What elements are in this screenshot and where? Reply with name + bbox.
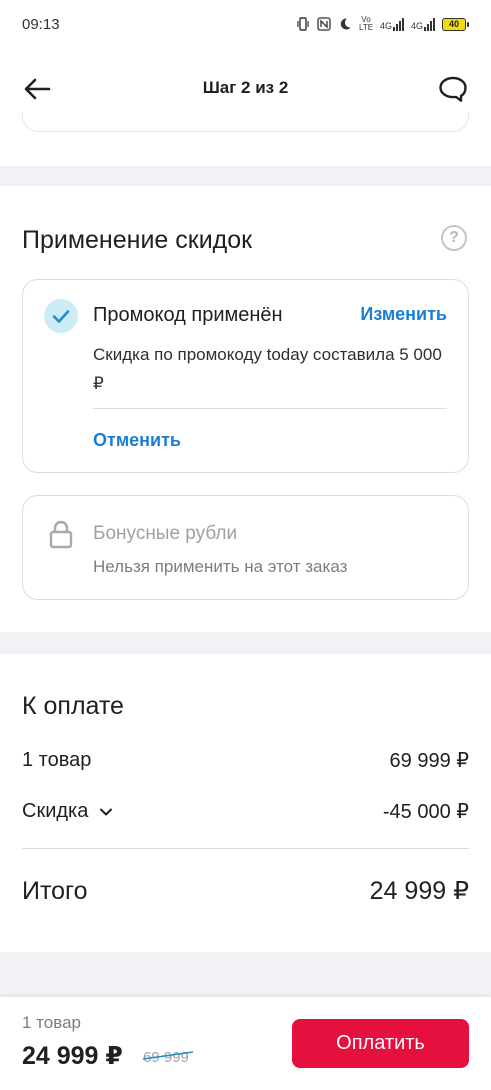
status-bar: 09:13 Vo LTE 4G 4G 40 xyxy=(0,0,491,48)
lock-icon xyxy=(49,520,73,549)
network-4g-label: 4G xyxy=(379,20,392,31)
bonus-rubles-card: Бонусные рубли Нельзя применить на этот … xyxy=(22,495,469,600)
network-4g-1: 4G xyxy=(379,17,404,31)
bonus-description: Нельзя применить на этот заказ xyxy=(93,557,348,576)
payment-title: К оплате xyxy=(22,692,124,720)
total-row: Итого 24 999 ₽ xyxy=(22,876,469,906)
volte-indicator: Vo LTE xyxy=(358,15,374,32)
vibrate-icon xyxy=(297,17,309,31)
discount-label: Скидка xyxy=(22,800,89,822)
status-time: 09:13 xyxy=(22,15,60,33)
back-arrow-icon[interactable] xyxy=(22,74,52,104)
change-promo-link[interactable]: Изменить xyxy=(360,304,447,325)
strikethrough-mark xyxy=(142,1051,194,1060)
battery-level: 40 xyxy=(442,17,466,31)
moon-icon xyxy=(340,18,351,30)
nfc-icon xyxy=(317,17,331,31)
promo-code-card: Промокод применён Изменить Скидка по про… xyxy=(22,279,469,473)
promo-description: Скидка по промокоду today составила 5 00… xyxy=(93,345,442,393)
signal-icon xyxy=(392,17,404,31)
chat-bubble-icon[interactable] xyxy=(437,74,469,104)
cancel-promo-link[interactable]: Отменить xyxy=(93,430,181,451)
status-icons: Vo LTE 4G 4G 40 xyxy=(296,16,469,32)
pay-button[interactable]: Оплатить xyxy=(292,1019,469,1068)
discount-value: -45 000 ₽ xyxy=(382,801,469,823)
top-header: Шаг 2 из 2 xyxy=(0,60,491,116)
bottom-item-count: 1 товар xyxy=(22,1013,81,1032)
section-separator xyxy=(0,632,491,654)
total-value: 24 999 ₽ xyxy=(369,877,469,905)
items-value: 69 999 ₽ xyxy=(389,750,469,772)
section-separator xyxy=(0,166,491,186)
bottom-total-price: 24 999 ₽ xyxy=(22,1042,123,1070)
chevron-down-icon xyxy=(100,808,113,815)
total-label: Итого xyxy=(22,876,88,905)
divider xyxy=(93,408,447,409)
previous-card-edge xyxy=(22,112,469,132)
battery-icon: 40 xyxy=(442,17,469,31)
help-icon[interactable]: ? xyxy=(441,225,467,251)
bonus-title: Бонусные рубли xyxy=(93,523,238,544)
promo-status-title: Промокод применён xyxy=(93,304,283,326)
items-label: 1 товар xyxy=(22,749,92,771)
page-title: Шаг 2 из 2 xyxy=(202,78,289,97)
divider xyxy=(22,848,469,849)
checkout-bottom-bar: 1 товар 24 999 ₽ 69 999 Оплатить xyxy=(0,997,491,1090)
items-row: 1 товар 69 999 ₽ xyxy=(22,748,469,773)
discount-toggle[interactable]: Скидка xyxy=(22,800,114,823)
discounts-title: Применение скидок xyxy=(22,226,253,254)
network-4g-label: 4G xyxy=(410,20,423,31)
discount-row: Скидка -45 000 ₽ xyxy=(22,799,469,824)
signal-icon xyxy=(424,17,435,31)
check-icon xyxy=(44,299,78,333)
section-separator xyxy=(0,952,491,998)
network-4g-2: 4G xyxy=(410,17,435,31)
